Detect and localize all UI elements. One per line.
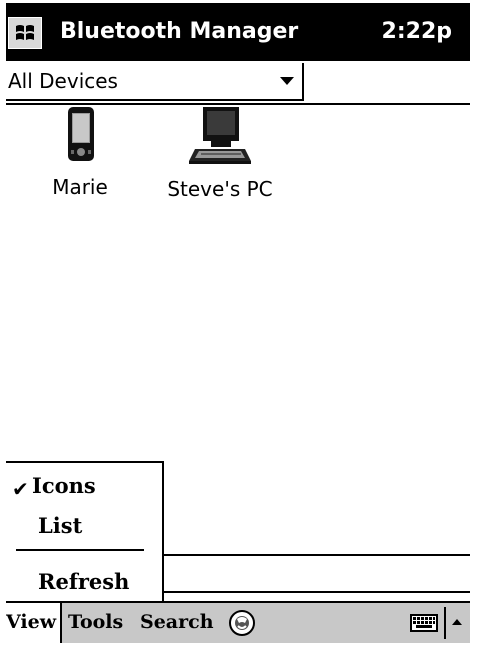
start-button[interactable] xyxy=(8,17,42,49)
chevron-down-icon[interactable] xyxy=(280,77,294,85)
menu-item-list[interactable]: List xyxy=(38,513,82,538)
menu-item-icons[interactable]: Icons xyxy=(32,473,96,498)
keyboard-icon[interactable] xyxy=(410,614,438,632)
menu-separator xyxy=(16,549,144,551)
divider xyxy=(444,607,446,639)
clock[interactable]: 2:22p xyxy=(382,19,452,44)
windows-flag-icon xyxy=(13,21,37,45)
title-bar: Bluetooth Manager 2:22p xyxy=(6,3,470,61)
app-title: Bluetooth Manager xyxy=(60,19,299,44)
device-label: Steve's PC xyxy=(167,177,273,201)
device-item[interactable]: Marie xyxy=(40,105,120,199)
globe-icon[interactable] xyxy=(228,609,256,637)
computer-icon xyxy=(189,107,251,164)
menu-search[interactable]: Search xyxy=(140,611,214,633)
device-label: Marie xyxy=(52,175,108,199)
menu-bar: View Tools Search xyxy=(6,601,470,643)
pda-icon xyxy=(68,107,94,161)
divider xyxy=(164,591,470,593)
view-menu-popup: ✔ Icons List Refresh xyxy=(6,461,164,601)
filter-bar: All Devices xyxy=(6,63,470,105)
device-item[interactable]: Steve's PC xyxy=(162,105,278,201)
menu-view-label: View xyxy=(6,611,57,633)
menu-view[interactable]: View xyxy=(6,603,62,643)
chevron-up-icon[interactable] xyxy=(452,619,462,625)
checkmark-icon: ✔ xyxy=(12,477,29,501)
divider xyxy=(164,554,470,556)
app-window: Bluetooth Manager 2:22p All Devices Mari… xyxy=(6,3,470,643)
menu-tools[interactable]: Tools xyxy=(68,611,123,633)
menu-item-refresh[interactable]: Refresh xyxy=(38,569,129,594)
dropdown-selected-value: All Devices xyxy=(8,69,118,93)
devices-filter-dropdown[interactable]: All Devices xyxy=(6,63,304,101)
